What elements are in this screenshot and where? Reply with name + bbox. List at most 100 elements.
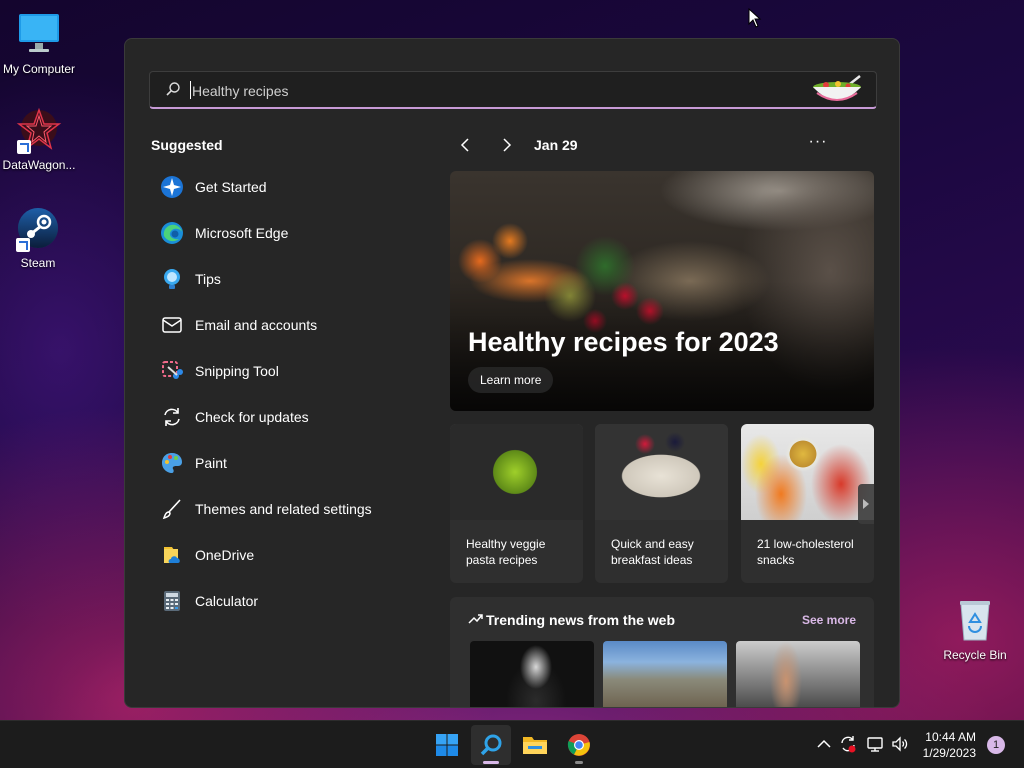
desktop-icon-label: Steam: [20, 256, 56, 270]
card-caption: Healthy veggie pasta recipes: [466, 537, 546, 567]
notification-badge[interactable]: 1: [987, 736, 1005, 754]
news-thumbnail[interactable]: [470, 641, 594, 707]
card-caption: 21 low-cholesterol snacks: [757, 537, 854, 567]
trending-title: Trending news from the web: [486, 612, 676, 628]
taskbar-search-button[interactable]: [471, 725, 511, 765]
suggested-item-label: Paint: [195, 455, 227, 471]
learn-more-button[interactable]: Learn more: [468, 367, 554, 393]
desktop-icon-datawagon[interactable]: DataWagon...: [0, 106, 79, 172]
recycle-bin-icon: [951, 596, 999, 644]
windows-logo-icon: [436, 734, 458, 756]
shortcut-arrow-icon: [16, 238, 30, 252]
sync-icon[interactable]: [839, 735, 857, 753]
network-icon[interactable]: [866, 735, 884, 753]
suggested-item-microsoft-edge[interactable]: Microsoft Edge: [151, 210, 431, 256]
chrome-button[interactable]: [559, 725, 599, 765]
system-clock[interactable]: 10:44 AM 1/29/2023: [923, 729, 976, 761]
salad-bowl-icon: [813, 75, 861, 101]
search-box[interactable]: Healthy recipes: [149, 71, 877, 109]
news-thumbnail[interactable]: [736, 641, 860, 707]
refresh-icon: [159, 404, 185, 430]
paint-icon: [159, 450, 185, 476]
snacks-image: [741, 424, 874, 520]
news-thumbnail[interactable]: [603, 641, 727, 707]
start-button[interactable]: [427, 725, 467, 765]
monitor-icon: [15, 10, 63, 58]
suggested-item-label: Check for updates: [195, 409, 309, 425]
calculator-icon: [159, 588, 185, 614]
recipe-card[interactable]: Quick and easy breakfast ideas: [595, 424, 728, 583]
folder-icon: [523, 737, 547, 754]
suggested-item-label: Tips: [195, 271, 221, 287]
suggested-item-check-for-updates[interactable]: Check for updates: [151, 394, 431, 440]
trending-arrow-icon: [468, 614, 483, 624]
shortcut-arrow-icon: [17, 140, 31, 154]
suggested-item-label: Email and accounts: [195, 317, 318, 333]
desktop-icon-label: DataWagon...: [2, 158, 76, 172]
suggested-item-calculator[interactable]: Calculator: [151, 578, 431, 624]
desktop-icon-label: Recycle Bin: [943, 648, 1007, 662]
highlights-nav: Jan 29 ···: [450, 133, 880, 157]
file-explorer-button[interactable]: [515, 725, 555, 765]
chevron-up-icon[interactable]: [815, 735, 833, 753]
tips-icon: [159, 266, 185, 292]
desktop-icon-my-computer[interactable]: My Computer: [0, 10, 79, 76]
suggested-item-snipping-tool[interactable]: Snipping Tool: [151, 348, 431, 394]
suggested-item-label: OneDrive: [195, 547, 255, 563]
snipping-tool-icon: [159, 358, 185, 384]
suggested-item-label: Calculator: [195, 593, 259, 609]
search-input[interactable]: Healthy recipes: [192, 83, 289, 99]
desktop-icon-steam[interactable]: Steam: [0, 204, 78, 270]
steam-icon: [14, 204, 62, 252]
mail-icon: [159, 312, 185, 338]
running-indicator: [575, 761, 583, 764]
taskbar: 10:44 AM 1/29/2023 1: [0, 720, 1024, 768]
highlights-date: Jan 29: [534, 137, 578, 153]
clock-time: 10:44 AM: [925, 730, 976, 744]
recipe-cards: Healthy veggie pasta recipes Quick and e…: [450, 424, 874, 584]
suggested-item-label: Themes and related settings: [195, 501, 372, 517]
search-icon: [480, 734, 502, 756]
chevron-right-icon: [503, 138, 512, 152]
suggested-item-label: Snipping Tool: [195, 363, 279, 379]
hero-card[interactable]: Healthy recipes for 2023 Learn more: [450, 171, 874, 411]
brush-icon: [159, 496, 185, 522]
card-caption: Quick and easy breakfast ideas: [611, 537, 694, 567]
onedrive-icon: [159, 542, 185, 568]
hero-title: Healthy recipes for 2023: [468, 327, 779, 357]
suggested-item-email-and-accounts[interactable]: Email and accounts: [151, 302, 431, 348]
pasta-image: [450, 424, 583, 520]
suggested-item-paint[interactable]: Paint: [151, 440, 431, 486]
suggested-item-label: Microsoft Edge: [195, 225, 289, 241]
text-caret: [190, 81, 191, 99]
edge-icon: [159, 220, 185, 246]
suggested-item-themes-and-related-settings[interactable]: Themes and related settings: [151, 486, 431, 532]
suggested-item-onedrive[interactable]: OneDrive: [151, 532, 431, 578]
next-button[interactable]: [496, 135, 516, 155]
previous-button[interactable]: [456, 135, 476, 155]
clock-date: 1/29/2023: [922, 746, 976, 760]
chevron-left-icon: [460, 138, 469, 152]
mouse-cursor-icon: [748, 8, 762, 28]
see-more-link[interactable]: See more: [802, 613, 856, 627]
datawagon-icon: [15, 106, 63, 154]
recipe-card[interactable]: Healthy veggie pasta recipes: [450, 424, 583, 583]
more-options-button[interactable]: ···: [806, 133, 830, 153]
suggested-item-label: Get Started: [195, 179, 267, 195]
suggested-item-get-started[interactable]: Get Started: [151, 164, 431, 210]
recipe-card[interactable]: 21 low-cholesterol snacks: [741, 424, 874, 583]
suggested-heading: Suggested: [151, 137, 223, 153]
search-panel: Healthy recipes Suggested Get Started Mi…: [124, 38, 900, 708]
breakfast-image: [595, 424, 728, 520]
desktop-icon-recycle-bin[interactable]: Recycle Bin: [935, 596, 1015, 662]
active-indicator: [483, 761, 499, 764]
chrome-icon: [567, 734, 590, 756]
desktop-icon-label: My Computer: [2, 62, 76, 76]
get-started-icon: [159, 174, 185, 200]
trending-news-section: Trending news from the web See more: [450, 597, 874, 707]
volume-icon[interactable]: [891, 735, 909, 753]
cards-next-button[interactable]: [858, 484, 874, 524]
suggested-list: Get Started Microsoft Edge Tips Email an…: [151, 164, 431, 624]
suggested-item-tips[interactable]: Tips: [151, 256, 431, 302]
search-icon: [166, 82, 180, 96]
